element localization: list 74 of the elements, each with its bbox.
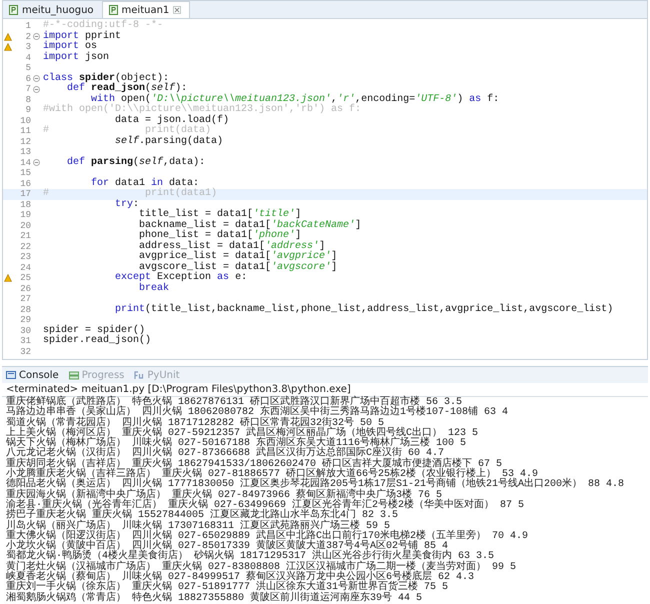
line-number: 16	[19, 178, 31, 189]
line-number: 32	[19, 346, 31, 357]
console-output-line: 湘蜀鹅肠火锅鸡（常青店） 特色火锅 18827355880 黄陂区前川街道运河南座东39号 44 5	[6, 594, 424, 604]
line-number: 14	[19, 158, 31, 168]
monitor-icon	[6, 370, 16, 380]
line-number: 4	[24, 52, 31, 63]
code-line: phone_list = data1['phone']	[138, 231, 302, 241]
file-icon	[9, 5, 18, 15]
collapse-icon[interactable]	[32, 33, 40, 40]
line-number: 10	[19, 116, 31, 126]
code-line: # print(data)	[43, 126, 212, 136]
view-tab[interactable]: Console	[6, 370, 59, 380]
line-number: 13	[19, 147, 31, 158]
code-line: title_list = data1['title']	[138, 210, 302, 220]
collapse-icon[interactable]	[32, 75, 40, 82]
collapse-icon[interactable]	[32, 159, 40, 166]
code-line: backname_list = data1['backCateName']	[138, 220, 362, 230]
console-status: <terminated> meituan1.py [D:\Program Files\python3.8\python.exe]	[2, 383, 648, 397]
code-line: import json	[43, 52, 110, 63]
line-number: 26	[19, 284, 31, 294]
code-line: avgprice_list = data1['avgprice']	[138, 252, 338, 262]
editor-tab[interactable]: meituan1	[102, 1, 190, 18]
code-line: spider.read_json()	[43, 336, 152, 346]
editor-tab[interactable]: meitu_huoguo	[3, 2, 102, 18]
code-line: try:	[114, 200, 140, 210]
code-line: spider = spider()	[43, 326, 146, 336]
code-line: def parsing(self,data):	[66, 158, 206, 168]
line-number: 12	[19, 136, 31, 147]
line-number: 29	[19, 315, 31, 326]
code-line: break	[138, 284, 170, 294]
code-line: except Exception as e:	[114, 273, 248, 283]
code-line: avgscore_list = data1['avgscore']	[139, 262, 338, 272]
line-number: 30	[19, 326, 31, 336]
line-number: 9	[24, 105, 31, 116]
code-line: print(title_list,backname_list,phone_list,address_list,avgprice_list,avgscore_list)	[114, 304, 614, 315]
line-number: 22	[19, 242, 31, 252]
line-number: 28	[19, 304, 31, 315]
code-line: #with open('D:\\picture\\meituan123.json','rb') as f:	[43, 105, 362, 115]
code-line: self.parsing(data)	[114, 136, 224, 147]
line-number: 27	[19, 294, 31, 304]
line-number: 5	[24, 63, 31, 74]
line-number: 15	[19, 168, 31, 178]
code-line: # print(data1)	[43, 189, 218, 199]
line-number: 11	[19, 126, 31, 136]
line-number: 8	[24, 94, 31, 105]
line-number: 31	[19, 336, 31, 346]
code-line: with open('D:\\picture\\meituan123.json','r',encoding='UTF-8') as f:	[91, 94, 500, 104]
code-line: #-*-coding:utf-8 -*-	[43, 21, 164, 31]
progress-icon	[68, 370, 79, 380]
line-number: 3	[24, 42, 31, 52]
line-number: 7	[24, 84, 31, 94]
line-number: 1	[24, 21, 31, 32]
collapse-icon[interactable]	[32, 86, 40, 93]
warning-icon	[4, 274, 12, 282]
line-number: 25	[19, 273, 31, 284]
line-number: 21	[19, 231, 31, 242]
line-number: 18	[19, 200, 31, 210]
code-line: address_list = data1['address']	[138, 242, 326, 252]
line-number: 17	[19, 189, 31, 200]
code-line: data = json.load(f)	[114, 116, 230, 126]
line-number: 24	[19, 262, 31, 273]
code-line: class spider(object):	[43, 74, 170, 84]
line-number: 2	[24, 32, 31, 42]
code-line: import pprint	[43, 32, 122, 42]
line-number: 19	[19, 210, 31, 220]
code-line: for data1 in data:	[90, 178, 200, 188]
line-number: 23	[19, 252, 31, 262]
file-icon	[108, 5, 118, 15]
code-line: import os	[43, 42, 98, 52]
code-line: def read_json(self):	[66, 84, 188, 94]
line-number: 20	[19, 220, 31, 231]
close-icon[interactable]	[173, 6, 182, 14]
test-icon	[134, 370, 144, 380]
line-number: 6	[24, 74, 31, 84]
